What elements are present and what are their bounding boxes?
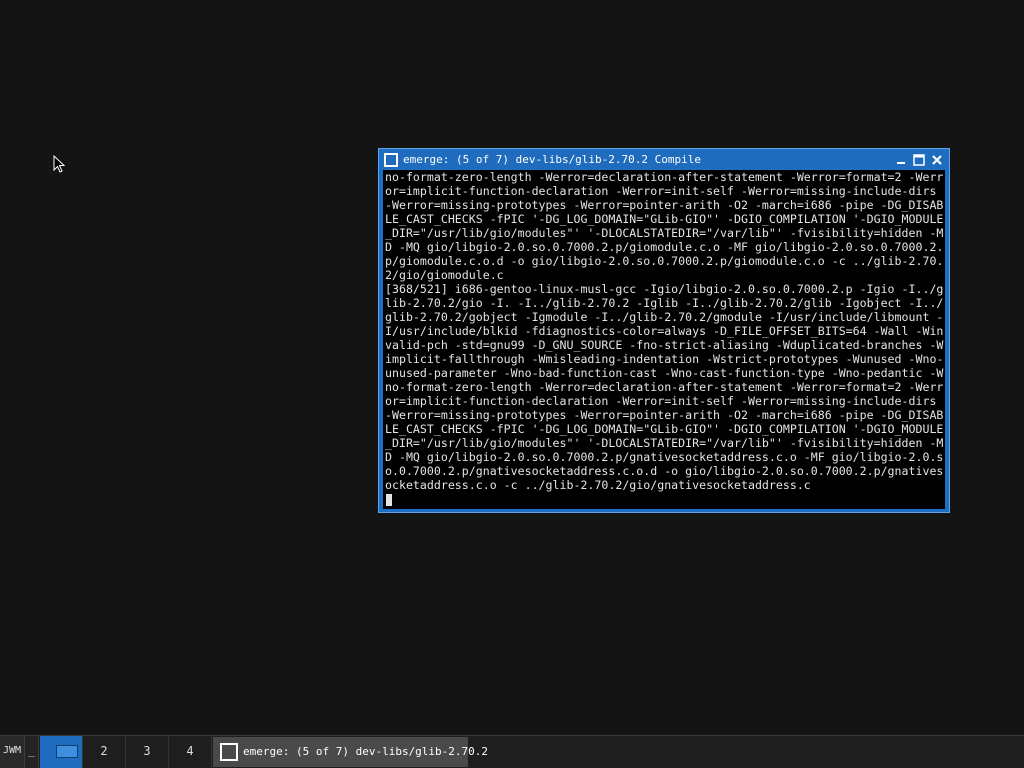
show-desktop-label: _ [28, 744, 35, 757]
workspace-2-button[interactable]: 2 [83, 736, 126, 768]
window-title: emerge: (5 of 7) dev-libs/glib-2.70.2 Co… [403, 153, 702, 166]
close-icon[interactable] [930, 153, 944, 167]
workspace-label: 4 [186, 744, 194, 758]
workspace-4-button[interactable]: 4 [169, 736, 212, 768]
workspace-1-button[interactable] [40, 736, 83, 768]
taskbar-window-item[interactable]: emerge: (5 of 7) dev-libs/glib-2.70.2 [213, 737, 488, 767]
text-cursor [386, 494, 392, 506]
terminal-window[interactable]: emerge: (5 of 7) dev-libs/glib-2.70.2 Co… [378, 148, 950, 513]
minimize-icon[interactable] [894, 153, 908, 167]
terminal-text: no-format-zero-length -Werror=declaratio… [385, 170, 944, 492]
show-desktop-button[interactable]: _ [25, 736, 39, 768]
start-menu-button[interactable]: JWM [0, 736, 25, 768]
workspace-window-preview [56, 745, 78, 758]
taskbar-window-label: emerge: (5 of 7) dev-libs/glib-2.70.2 [243, 745, 489, 758]
taskbar: JWM _ 2 3 4 emerge: (5 of 7) dev-libs/gl… [0, 735, 1024, 768]
window-menu-icon[interactable] [384, 153, 398, 167]
desktop[interactable]: emerge: (5 of 7) dev-libs/glib-2.70.2 Co… [0, 0, 1024, 735]
window-titlebar[interactable]: emerge: (5 of 7) dev-libs/glib-2.70.2 Co… [381, 151, 947, 169]
workspace-label: 2 [100, 744, 108, 758]
start-menu-label: JWM [3, 745, 22, 756]
workspace-label: 3 [143, 744, 151, 758]
maximize-icon[interactable] [912, 153, 926, 167]
workspace-3-button[interactable]: 3 [126, 736, 169, 768]
mouse-pointer-icon [53, 155, 65, 173]
window-icon [220, 743, 238, 761]
terminal-output[interactable]: no-format-zero-length -Werror=declaratio… [383, 170, 945, 509]
